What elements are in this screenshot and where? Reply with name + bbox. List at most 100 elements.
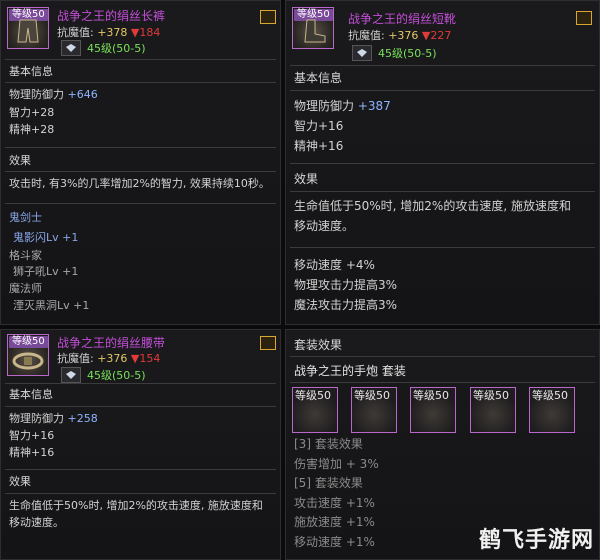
effect-line: 生命值低于50%时, 增加2%的攻击速度, 施放速度和: [294, 199, 571, 213]
set-piece-slot[interactable]: 等级50: [410, 387, 456, 433]
resist-down-value: ▼154: [130, 352, 161, 365]
set-bonus-5-title: [5] 套装效果: [294, 476, 363, 490]
basic-info-title: 基本信息: [9, 65, 53, 78]
set-bonus-3-title: [3] 套装效果: [294, 437, 363, 451]
gem-level-text: 45级(50-5): [87, 369, 146, 382]
stat-label: 物理防御力: [294, 99, 358, 113]
extra-line-mag-atk: 魔法攻击力提高3%: [294, 298, 398, 312]
divider: [5, 383, 276, 384]
mage-class-name: 魔法师: [9, 282, 42, 295]
item-name: 战争之王的绢丝腰带: [57, 336, 166, 350]
gem-slot-row: 45级(50-5): [61, 367, 146, 383]
resist-down-value: ▼227: [421, 29, 452, 42]
set-piece-slot[interactable]: 等级50: [292, 387, 338, 433]
extra-line-move-speed: 移动速度 +4%: [294, 258, 375, 272]
class-name: 鬼剑士: [9, 211, 42, 224]
resist-label: 抗魔值:: [57, 352, 98, 365]
set-bonus-3-line: 伤害增加 + 3%: [294, 457, 379, 471]
sub-class-skill: 狮子吼Lv +1: [13, 265, 79, 278]
extra-line-phys-atk: 物理攻击力提高3%: [294, 278, 398, 292]
item-icon-boots[interactable]: 等级50: [292, 7, 334, 49]
resist-up-value: +378: [97, 26, 128, 39]
divider: [5, 59, 276, 60]
level-badge: 等级50: [473, 389, 509, 402]
item-name: 战争之王的绢丝短靴: [348, 12, 457, 26]
set-piece-slot[interactable]: 等级50: [529, 387, 575, 433]
gem-icon: [352, 45, 372, 61]
stat-value: +258: [67, 412, 98, 425]
divider: [290, 65, 595, 66]
set-name: 战争之王的手炮 套装: [294, 364, 406, 378]
divider: [5, 147, 276, 148]
item-tooltip-boots: 等级50 战争之王的绢丝短靴 抗魔值: +376 ▼227 45级(50-5) …: [285, 0, 600, 325]
gem-slot-row: 45级(50-5): [61, 40, 146, 56]
level-badge: 等级50: [295, 389, 331, 402]
magic-resist: 抗魔值: +376 ▼227: [348, 27, 451, 43]
basic-info-title: 基本信息: [9, 388, 53, 401]
effect-title: 效果: [9, 475, 31, 488]
basic-info-title: 基本信息: [294, 71, 343, 85]
divider: [290, 191, 595, 192]
stat-intelligence: 智力+16: [9, 429, 55, 442]
set-piece-slot[interactable]: 等级50: [470, 387, 516, 433]
magic-resist: 抗魔值: +376 ▼154: [57, 350, 160, 366]
link-share-icon[interactable]: [260, 10, 276, 24]
gem-slot-row: 45级(50-5): [352, 45, 437, 61]
item-tooltip-belt: 等级50 战争之王的绢丝腰带 抗魔值: +376 ▼154 45级(50-5) …: [0, 329, 281, 560]
set-bonus-5-line: 攻击速度 +1%: [294, 496, 375, 510]
divider: [5, 406, 276, 407]
sub-class-name: 格斗家: [9, 249, 42, 262]
divider: [5, 171, 276, 172]
effect-line: 移动速度。: [294, 219, 355, 233]
effect-line: 生命值低于50%时, 增加2%的攻击速度, 施放速度和: [9, 499, 263, 512]
gem-icon: [61, 367, 81, 383]
effect-title: 效果: [9, 154, 31, 167]
level-badge: 等级50: [354, 389, 390, 402]
mage-class-skill: 湮灭黑洞Lv +1: [13, 299, 90, 312]
link-share-icon[interactable]: [576, 11, 592, 25]
stat-value: +387: [357, 99, 391, 113]
stat-spirit: 精神+16: [294, 139, 344, 153]
level-badge: 等级50: [413, 389, 449, 402]
divider: [290, 356, 595, 357]
gem-level-text: 45级(50-5): [87, 42, 146, 55]
resist-down-value: ▼184: [130, 26, 161, 39]
effect-title: 效果: [294, 172, 319, 186]
gem-level-text: 45级(50-5): [378, 47, 437, 60]
set-bonus-5-line: 施放速度 +1%: [294, 515, 375, 529]
item-tooltip-pants: 等级50 战争之王的绢丝长裤 抗魔值: +378 ▼184 45级(50-5) …: [0, 0, 281, 325]
divider: [290, 90, 595, 91]
item-icon-belt[interactable]: 等级50: [7, 334, 49, 376]
resist-label: 抗魔值:: [348, 29, 389, 42]
divider: [5, 82, 276, 83]
effect-line: 移动速度。: [9, 516, 64, 529]
item-icon-pants[interactable]: 等级50: [7, 7, 49, 49]
divider: [5, 493, 276, 494]
set-bonus-5-line: 移动速度 +1%: [294, 535, 375, 549]
belt-icon: [12, 352, 44, 370]
stat-value: +646: [67, 88, 98, 101]
watermark: 鹤飞手游网: [478, 528, 594, 553]
level-badge: 等级50: [532, 389, 568, 402]
divider: [290, 247, 595, 248]
resist-label: 抗魔值:: [57, 26, 98, 39]
set-piece-slot[interactable]: 等级50: [351, 387, 397, 433]
stat-label: 物理防御力: [9, 88, 68, 101]
stat-physical-defense: 物理防御力 +258: [9, 412, 98, 426]
effect-line: 攻击时, 有3%的几率增加2%的智力, 效果持续10秒。: [9, 177, 270, 190]
stat-physical-defense: 物理防御力 +387: [294, 99, 391, 113]
divider: [290, 163, 595, 164]
divider: [5, 203, 276, 204]
stat-intelligence: 智力+28: [9, 106, 55, 119]
resist-up-value: +376: [388, 29, 419, 42]
stat-physical-defense: 物理防御力 +646: [9, 88, 98, 102]
set-effect-title: 套装效果: [294, 338, 343, 352]
divider: [5, 469, 276, 470]
stat-label: 物理防御力: [9, 412, 68, 425]
item-name: 战争之王的绢丝长裤: [57, 9, 166, 23]
resist-up-value: +376: [97, 352, 128, 365]
link-share-icon[interactable]: [260, 336, 276, 350]
gem-icon: [61, 40, 81, 56]
stat-spirit: 精神+28: [9, 123, 55, 136]
class-skill: 鬼影闪Lv +1: [13, 231, 79, 244]
